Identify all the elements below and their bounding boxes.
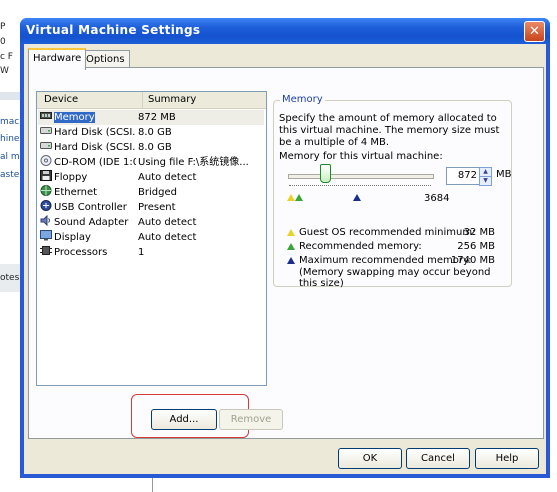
- usb-icon: [40, 200, 52, 211]
- memory-slider-thumb[interactable]: [320, 164, 331, 183]
- device-summary: Auto detect: [138, 217, 197, 228]
- display-icon: [40, 230, 52, 241]
- legend-label: Recommended memory:: [299, 241, 422, 252]
- memory-icon: [40, 110, 52, 121]
- recommended-marker-icon: [295, 194, 303, 201]
- max-marker-icon: [287, 257, 295, 264]
- bg-text-fragment: W: [0, 66, 9, 76]
- device-summary: Using file F:\系统镜像...: [138, 157, 249, 168]
- sound-icon: [40, 215, 52, 227]
- window-title: Virtual Machine Settings: [26, 23, 201, 37]
- legend-label: Guest OS recommended minimum:: [299, 227, 476, 238]
- dialog-client-area: Hardware Options Device Summary Memory 8…: [24, 44, 546, 474]
- cdrom-icon: [40, 155, 52, 166]
- device-row-ethernet[interactable]: Ethernet Bridged: [38, 185, 264, 200]
- device-row-usb[interactable]: USB Controller Present: [38, 200, 264, 215]
- cancel-button[interactable]: Cancel: [406, 448, 470, 469]
- memory-unit: MB: [496, 169, 512, 180]
- hardware-panel: Device Summary Memory 872 MB Hard Disk (…: [28, 67, 544, 439]
- bg-link-fragment[interactable]: hine: [0, 134, 19, 144]
- list-header: Device Summary: [37, 92, 266, 109]
- device-row-processors[interactable]: Processors 1: [38, 245, 264, 260]
- hard-disk-icon: [40, 125, 52, 136]
- memory-group-title: Memory: [280, 94, 325, 105]
- legend-label: Maximum recommended memory:: [299, 255, 472, 266]
- device-summary: 8.0 GB: [138, 142, 172, 153]
- bg-text-fragment: 0: [0, 37, 6, 47]
- device-name: Floppy: [54, 172, 88, 183]
- device-row-hard-disk[interactable]: Hard Disk (SCSI... 8.0 GB: [38, 140, 264, 155]
- memory-size-input[interactable]: 872: [446, 167, 480, 185]
- device-summary: 872 MB: [138, 112, 176, 123]
- close-button[interactable]: ✕: [524, 21, 545, 42]
- device-summary: 8.0 GB: [138, 127, 172, 138]
- bg-text-fragment: P: [0, 22, 6, 32]
- device-name: Ethernet: [54, 187, 98, 198]
- memory-swap-note: (Memory swapping may occur beyond this s…: [299, 267, 491, 289]
- device-name: Display: [54, 232, 91, 243]
- remove-button[interactable]: Remove: [219, 409, 283, 430]
- help-button[interactable]: Help: [475, 448, 539, 469]
- device-row-memory[interactable]: Memory 872 MB: [38, 110, 264, 125]
- guest-min-marker-icon: [287, 194, 295, 201]
- device-summary: Auto detect: [138, 232, 197, 243]
- memory-slider-track[interactable]: [288, 174, 434, 179]
- device-name: USB Controller: [54, 202, 127, 213]
- device-summary: Present: [138, 202, 176, 213]
- legend-value: 256 MB: [457, 241, 495, 252]
- floppy-icon: [40, 170, 52, 181]
- recommended-marker-icon: [287, 243, 295, 250]
- bg-status-band: otes l: [0, 264, 25, 292]
- background-app-left-strip: P 0 c F W mac hine al ma aste: [0, 0, 25, 492]
- device-name: Memory: [54, 112, 95, 123]
- bg-link-fragment[interactable]: aste: [0, 170, 19, 180]
- add-button[interactable]: Add...: [151, 409, 217, 430]
- tab-options[interactable]: Options: [81, 50, 130, 68]
- memory-slider-ticks: [289, 185, 431, 189]
- device-row-hard-disk[interactable]: Hard Disk (SCSI... 8.0 GB: [38, 125, 264, 140]
- memory-description: Specify the amount of memory allocated t…: [279, 113, 500, 148]
- device-summary: Auto detect: [138, 172, 197, 183]
- close-icon: ✕: [529, 24, 540, 39]
- vm-settings-dialog: Virtual Machine Settings ✕ Hardware Opti…: [20, 18, 550, 478]
- column-header-device[interactable]: Device: [44, 92, 78, 108]
- guest-min-marker-icon: [287, 229, 295, 236]
- device-name: Sound Adapter: [54, 217, 129, 228]
- spin-down-button[interactable]: ▼: [479, 176, 492, 186]
- legend-value: 32 MB: [463, 227, 495, 238]
- slider-max-label: 3684: [424, 193, 450, 204]
- column-header-summary[interactable]: Summary: [142, 92, 266, 108]
- ok-button[interactable]: OK: [338, 448, 402, 469]
- device-name: CD-ROM (IDE 1:0): [54, 157, 136, 168]
- device-summary: Bridged: [138, 187, 177, 198]
- device-list[interactable]: Device Summary Memory 872 MB Hard Disk (…: [36, 91, 267, 386]
- device-row-display[interactable]: Display Auto detect: [38, 230, 264, 245]
- bg-text-fragment: c F: [0, 52, 13, 62]
- max-marker-icon: [353, 194, 361, 201]
- title-bar[interactable]: Virtual Machine Settings ✕: [20, 18, 550, 44]
- bg-divider: [0, 92, 22, 100]
- network-icon: [40, 185, 52, 196]
- device-row-floppy[interactable]: Floppy Auto detect: [38, 170, 264, 185]
- device-row-sound[interactable]: Sound Adapter Auto detect: [38, 215, 264, 230]
- device-name: Processors: [54, 247, 108, 258]
- hard-disk-icon: [40, 140, 52, 151]
- device-summary: 1: [138, 247, 145, 258]
- memory-field-label: Memory for this virtual machine:: [279, 151, 443, 162]
- device-name: Hard Disk (SCSI...: [54, 127, 136, 138]
- device-row-cdrom[interactable]: CD-ROM (IDE 1:0) Using file F:\系统镜像...: [38, 155, 264, 170]
- bg-link-fragment[interactable]: mac: [0, 117, 19, 127]
- device-name: Hard Disk (SCSI...: [54, 142, 136, 153]
- processor-icon: [40, 245, 52, 256]
- legend-value: 1740 MB: [450, 255, 495, 266]
- tab-hardware[interactable]: Hardware: [28, 48, 87, 70]
- memory-group: Memory Specify the amount of memory allo…: [273, 94, 512, 289]
